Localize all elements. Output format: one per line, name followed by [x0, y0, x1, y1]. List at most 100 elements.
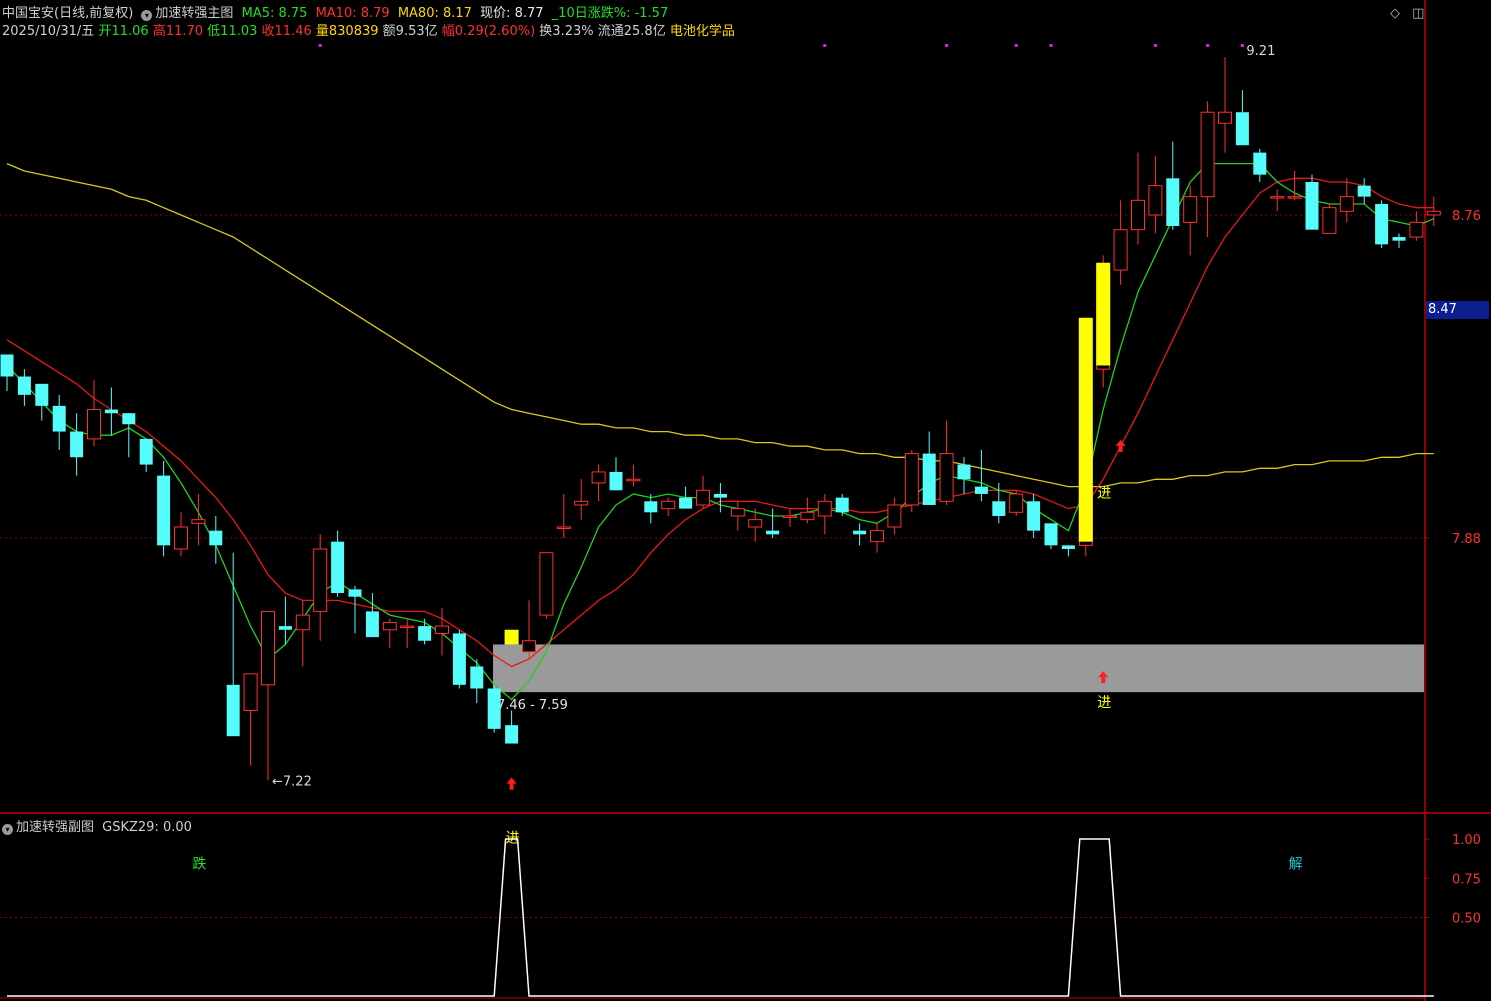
signal-bar [1078, 317, 1093, 542]
candle-body [800, 511, 815, 521]
ma10-line [6, 177, 1434, 668]
marker-dot [1049, 44, 1053, 47]
candle-body [748, 519, 763, 528]
candle-body [974, 486, 988, 494]
marker-dot [318, 44, 322, 47]
buy-arrow-icon [1115, 439, 1126, 452]
main-tick-label: 7.88 [1452, 532, 1481, 547]
quote-amount: 额9.53亿 [382, 24, 438, 39]
main-tick-label: 8.76 [1452, 209, 1481, 224]
candle-body [1027, 501, 1041, 531]
ma5-line [6, 162, 1435, 701]
candle-body [1009, 493, 1024, 513]
candle-body [104, 409, 118, 414]
candle-body [52, 405, 66, 432]
candle-body [591, 471, 606, 484]
signal-text-mark: 进 [1097, 486, 1111, 502]
marker-dot [1240, 44, 1244, 47]
kline-chart[interactable]: 7.888.767.46 - 7.59←7.229.21跌进进进解0.500.7… [0, 0, 1491, 1001]
candle-body [922, 453, 936, 505]
candle-body [1061, 545, 1075, 550]
candle-body [1339, 196, 1354, 212]
candle-body [713, 493, 727, 498]
quote-sector[interactable]: 电池化学品 [670, 24, 735, 39]
candle-body [418, 626, 432, 641]
candle-body [226, 684, 240, 737]
window-toggle-icon[interactable]: ◫ [1412, 6, 1424, 21]
candle-body [122, 413, 136, 425]
candle-body [1148, 185, 1163, 216]
band-label: 7.46 - 7.59 [497, 698, 568, 713]
candle-body [295, 614, 310, 631]
candle-body [470, 666, 484, 689]
candle-body [1270, 196, 1285, 199]
candle-body [853, 530, 867, 535]
sub-chart-header: ▾ 加速转强副图 GSKZ29: 0.00 [2, 816, 192, 835]
candle-body [382, 621, 397, 631]
marker-dot [1206, 44, 1210, 47]
candle-body [783, 515, 797, 518]
candle-body [644, 501, 658, 513]
candle-body [70, 431, 84, 458]
quote-volume: 量830839 [315, 24, 379, 39]
quote-date: 2025/10/31/五 [2, 24, 95, 39]
candle-body [243, 673, 258, 712]
current-price: 现价: 8.77 [480, 6, 544, 21]
marker-dot [945, 44, 949, 47]
candle-body [939, 453, 954, 502]
marker-dot [1014, 44, 1018, 47]
quote-range: 幅0.29(2.60%) [441, 24, 536, 39]
stock-name[interactable]: 中国宝安(日线,前复权) [2, 6, 133, 21]
change-10d: _10日涨跌%: -1.57 [551, 6, 669, 21]
candle-body [626, 478, 641, 482]
sub-indicator-value: GSKZ29: 0.00 [102, 820, 192, 835]
candle-body [522, 640, 536, 653]
candle-body [679, 497, 693, 509]
candle-body [174, 526, 188, 550]
signal-text-mark: 跌 [192, 856, 206, 872]
ma80-value: MA80: 8.17 [397, 6, 472, 21]
candle-body [435, 625, 449, 634]
sub-tick-label: 1.00 [1452, 833, 1481, 848]
quote-close: 收11.46 [261, 24, 312, 39]
candle-body [539, 552, 554, 616]
signal-band [493, 644, 1424, 693]
candle-body [661, 500, 676, 510]
candle-body [278, 626, 292, 630]
extreme-price-label: ←7.22 [272, 774, 312, 789]
candle-body [1409, 221, 1424, 238]
candle-body [1253, 152, 1267, 175]
candle-body [400, 625, 415, 629]
main-indicator-name[interactable]: 加速转强主图 [155, 6, 233, 21]
candle-body [505, 725, 519, 744]
candle-body [696, 489, 710, 506]
candle-body [1183, 196, 1198, 223]
chart-toolbar: ◇ ◫ [1382, 6, 1424, 21]
diamond-icon[interactable]: ◇ [1390, 6, 1400, 21]
quote-low: 低11.03 [207, 24, 258, 39]
ma10-value: MA10: 8.79 [315, 6, 390, 21]
candle-body [1357, 185, 1371, 197]
candle-body [87, 409, 101, 440]
quote-info-bar: 2025/10/31/五 开11.06 高11.70 低11.03 收11.46… [2, 24, 735, 40]
sub-tick-label: 0.50 [1452, 912, 1481, 927]
sub-tick-label: 0.75 [1452, 872, 1481, 887]
candle-body [261, 610, 275, 686]
candle-body [331, 541, 345, 594]
ma5-value: MA5: 8.75 [241, 6, 308, 21]
sub-indicator-name[interactable]: 加速转强副图 [16, 820, 94, 835]
candle-body [556, 526, 571, 529]
signal-square [504, 629, 519, 645]
ma80-line [6, 163, 1434, 488]
candle-body [766, 530, 780, 535]
indicator-dropdown-icon[interactable]: ▾ [141, 10, 153, 21]
candle-body [609, 471, 623, 491]
candle-body [1375, 203, 1389, 245]
extreme-price-label: 9.21 [1246, 44, 1275, 59]
candle-body [730, 508, 745, 517]
candle-body [209, 530, 223, 546]
candle-body [487, 688, 501, 729]
sub-indicator-dropdown-icon[interactable]: ▾ [2, 824, 13, 835]
current-price-label: 8.47 [1426, 301, 1489, 319]
candle-body [1426, 210, 1441, 216]
